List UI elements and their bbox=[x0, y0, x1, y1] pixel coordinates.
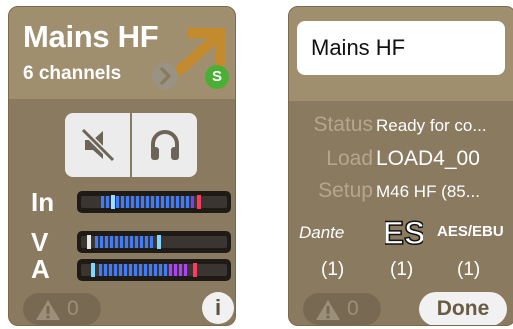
warnings-button[interactable]: 0 bbox=[303, 293, 381, 325]
monitor-controls bbox=[65, 113, 199, 177]
device-card-details: Status Ready for co... Load LOAD4_00 Set… bbox=[288, 6, 513, 326]
aes-count: (1) bbox=[457, 259, 481, 280]
device-name-input[interactable] bbox=[297, 21, 505, 75]
done-button[interactable]: Done bbox=[419, 292, 507, 325]
load-row: Load LOAD4_00 bbox=[289, 147, 513, 177]
current-meter-label: A bbox=[31, 254, 50, 284]
setup-value: M46 HF (85... bbox=[376, 182, 480, 201]
setup-label: Setup bbox=[318, 179, 373, 202]
channels-label: 6 channels bbox=[23, 63, 122, 84]
mute-speaker-icon bbox=[81, 128, 115, 162]
voltage-level-meter bbox=[77, 231, 231, 253]
status-value: Ready for co... bbox=[376, 116, 487, 135]
device-card-overview: Mains HF 6 channels S In V A 0 i bbox=[8, 6, 236, 326]
card-header bbox=[289, 7, 513, 101]
dante-count: (1) bbox=[321, 259, 345, 280]
es-logo-text: ES bbox=[385, 215, 423, 249]
sync-status-badge: S bbox=[205, 65, 229, 89]
channels-expand-button[interactable] bbox=[152, 63, 178, 89]
load-value: LOAD4_00 bbox=[376, 147, 480, 170]
info-button[interactable]: i bbox=[202, 292, 234, 324]
headphones-button[interactable] bbox=[132, 113, 197, 177]
status-label: Status bbox=[313, 113, 373, 136]
warning-icon bbox=[36, 300, 60, 320]
dante-logo: Dante bbox=[299, 223, 345, 242]
headphones-icon bbox=[151, 130, 179, 160]
chevron-right-icon bbox=[160, 67, 171, 85]
aes-ebu-logo: AES/EBU bbox=[437, 223, 504, 240]
mute-button[interactable] bbox=[65, 113, 130, 177]
input-level-meter bbox=[77, 191, 231, 213]
warning-icon bbox=[316, 300, 340, 320]
es-count: (1) bbox=[390, 259, 414, 280]
card-header: Mains HF 6 channels S bbox=[9, 7, 235, 99]
setup-row: Setup M46 HF (85... bbox=[289, 179, 513, 209]
warnings-count: 0 bbox=[67, 297, 79, 320]
warnings-button[interactable]: 0 bbox=[23, 293, 101, 325]
input-meter-label: In bbox=[31, 187, 55, 217]
es-logo: ES bbox=[385, 215, 423, 249]
warnings-count: 0 bbox=[347, 297, 359, 320]
load-label: Load bbox=[326, 147, 373, 170]
current-level-meter bbox=[77, 259, 231, 281]
protocol-row: Dante ES AES/EBU bbox=[289, 213, 513, 253]
device-title: Mains HF bbox=[23, 19, 159, 54]
status-row: Status Ready for co... bbox=[289, 113, 513, 143]
